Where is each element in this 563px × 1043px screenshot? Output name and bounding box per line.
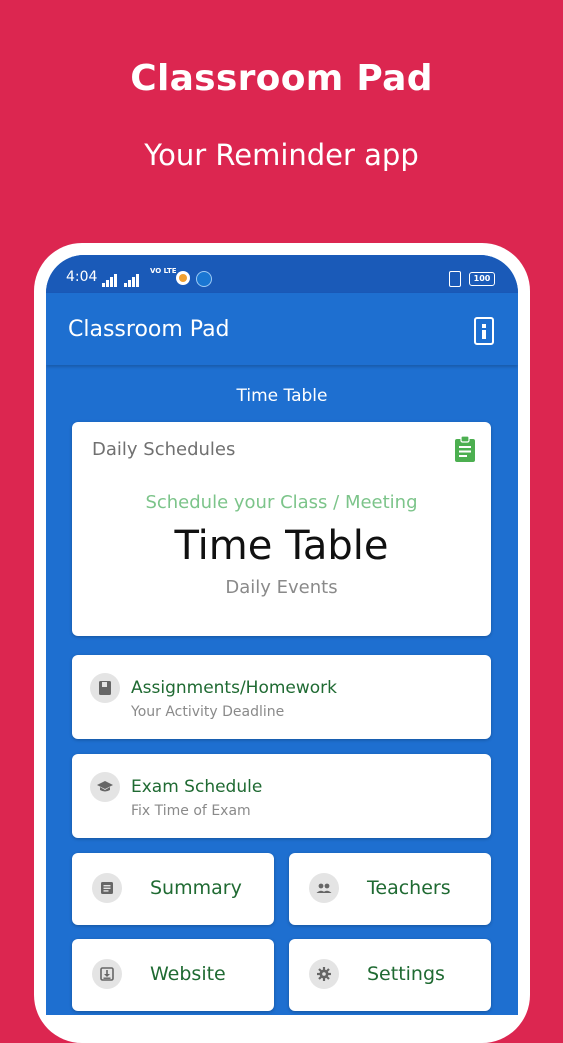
people-icon xyxy=(309,873,339,903)
tile-label: Summary xyxy=(150,877,242,899)
notification-icon xyxy=(176,271,190,285)
time-table-card[interactable]: Daily Schedules Schedule your Class / Me… xyxy=(72,422,491,636)
promo-subtitle: Your Reminder app xyxy=(144,138,419,172)
status-time: 4:04 xyxy=(66,269,98,285)
hero-label: Daily Schedules xyxy=(92,439,236,460)
volte-indicator: VO LTE xyxy=(150,267,177,275)
vibrate-icon xyxy=(449,271,461,287)
info-icon[interactable] xyxy=(474,317,494,345)
card-title: Assignments/Homework xyxy=(131,678,338,698)
hero-subtext: Daily Events xyxy=(225,577,338,598)
promo-title: Classroom Pad xyxy=(130,58,433,99)
battery-icon: 100 xyxy=(469,272,495,286)
hero-tagline: Schedule your Class / Meeting xyxy=(145,492,418,513)
section-title: Time Table xyxy=(236,386,328,406)
teachers-tile[interactable]: Teachers xyxy=(289,853,491,925)
settings-tile[interactable]: Settings xyxy=(289,939,491,1011)
card-subtitle: Your Activity Deadline xyxy=(131,704,285,720)
tile-label: Settings xyxy=(367,963,445,985)
app-bar: Classroom Pad xyxy=(46,293,518,365)
status-bar: 4:04 VO LTE 100 xyxy=(46,255,518,293)
hero-main-text: Time Table xyxy=(174,523,389,569)
tile-label: Teachers xyxy=(367,877,451,899)
book-icon xyxy=(90,673,120,703)
tile-label: Website xyxy=(150,963,226,985)
card-title: Exam Schedule xyxy=(131,777,263,797)
download-box-icon xyxy=(92,959,122,989)
graduation-cap-icon xyxy=(90,772,120,802)
clipboard-icon xyxy=(455,436,475,462)
summary-tile[interactable]: Summary xyxy=(72,853,274,925)
summary-icon xyxy=(92,873,122,903)
signal-icon xyxy=(102,271,118,287)
gear-icon xyxy=(309,959,339,989)
notification-icon-2 xyxy=(196,271,212,287)
app-title: Classroom Pad xyxy=(68,317,230,342)
assignments-card[interactable]: Assignments/Homework Your Activity Deadl… xyxy=(72,655,491,739)
phone-screen: 4:04 VO LTE 100 Classroom Pad Time Table… xyxy=(46,255,518,1015)
card-subtitle: Fix Time of Exam xyxy=(131,803,251,819)
website-tile[interactable]: Website xyxy=(72,939,274,1011)
signal-icon-2 xyxy=(124,271,140,287)
exam-schedule-card[interactable]: Exam Schedule Fix Time of Exam xyxy=(72,754,491,838)
